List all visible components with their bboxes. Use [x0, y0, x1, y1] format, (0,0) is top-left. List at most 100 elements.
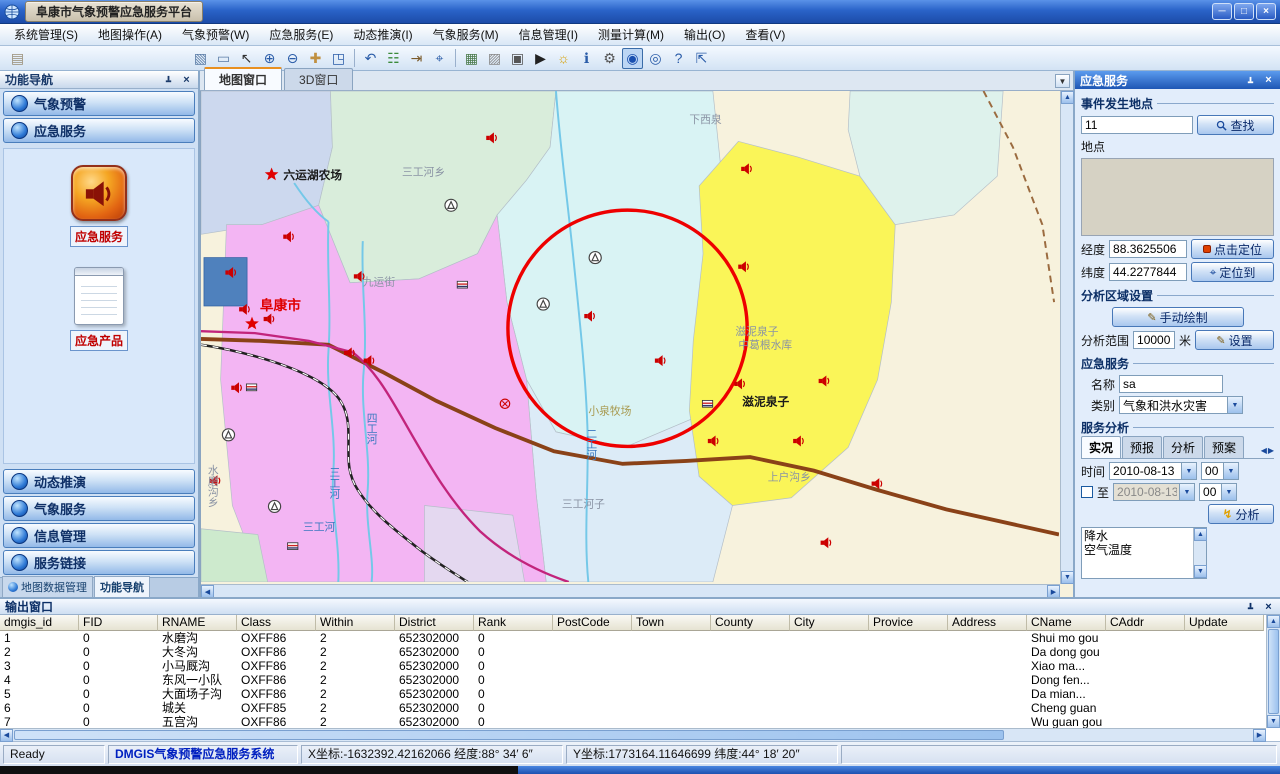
menu-view[interactable]: 查看(V)	[735, 23, 795, 46]
layers-icon[interactable]: ☷	[383, 48, 404, 69]
output-column-header[interactable]: Class	[237, 615, 316, 631]
output-vertical-scrollbar[interactable]: ▲ ▼	[1266, 615, 1280, 728]
map-viewport[interactable]: 六运湖农场 三工河乡 下西泉 阜康市 九运街 滋泥泉子 中葛根水库 滋泥泉子 小…	[200, 91, 1073, 597]
pin-icon[interactable]	[1244, 600, 1257, 613]
list-item[interactable]: 降水	[1084, 529, 1191, 543]
output-column-header[interactable]: CAddr	[1106, 615, 1185, 631]
zoom-in-icon[interactable]: ⊕	[259, 48, 280, 69]
nav-service-links[interactable]: 服务链接	[3, 550, 195, 575]
flag-marker[interactable]	[702, 400, 712, 407]
output-column-header[interactable]: Provice	[869, 615, 948, 631]
date-to-select[interactable]: 2010-08-13 ▼	[1113, 483, 1195, 501]
export-icon[interactable]: ⇱	[691, 48, 712, 69]
globe-tool-icon[interactable]: ◉	[622, 48, 643, 69]
service-type-select[interactable]: 气象和洪水灾害 ▼	[1119, 396, 1243, 414]
scroll-down-icon[interactable]: ▼	[1194, 565, 1207, 578]
info-icon[interactable]: ℹ	[576, 48, 597, 69]
tab-plan[interactable]: 预案	[1204, 436, 1244, 458]
station-marker[interactable]	[589, 252, 601, 264]
export-map-icon[interactable]: ⇥	[406, 48, 427, 69]
menu-measure-calc[interactable]: 测量计算(M)	[588, 23, 674, 46]
output-column-header[interactable]: dmgis_id	[0, 615, 79, 631]
output-column-header[interactable]: Update	[1185, 615, 1264, 631]
set-range-button[interactable]: ✎ 设置	[1195, 330, 1274, 350]
previous-extent-icon[interactable]: ↶	[360, 48, 381, 69]
output-column-header[interactable]: County	[711, 615, 790, 631]
locate-to-button[interactable]: ⌖ 定位到	[1191, 262, 1274, 282]
pan-icon[interactable]: ✚	[305, 48, 326, 69]
scroll-right-icon[interactable]: ▶	[1253, 729, 1266, 742]
table-row[interactable]: 40东风一小队OXFF8626523020000Dong fen...	[0, 673, 1280, 687]
clear-selection-icon[interactable]: ▭	[213, 48, 234, 69]
table-row[interactable]: 50大面场子沟OXFF8626523020000Da mian...	[0, 687, 1280, 701]
full-extent-icon[interactable]: ◳	[328, 48, 349, 69]
service-name-input[interactable]	[1119, 375, 1223, 393]
zoom-out-icon[interactable]: ⊖	[282, 48, 303, 69]
menu-output[interactable]: 输出(O)	[674, 23, 735, 46]
table-row[interactable]: 30小马厩沟OXFF8626523020000Xiao ma...	[0, 659, 1280, 673]
scroll-up-icon[interactable]: ▲	[1267, 615, 1280, 628]
output-column-header[interactable]: FID	[79, 615, 158, 631]
paste-icon[interactable]: ▤	[7, 48, 28, 69]
table-row[interactable]: 60城关OXFF8526523020000Cheng guan	[0, 701, 1280, 715]
hour-from-select[interactable]: 00 ▼	[1201, 462, 1239, 480]
output-column-header[interactable]: CName	[1027, 615, 1106, 631]
map-horizontal-scrollbar[interactable]: ◀ ▶	[201, 584, 1060, 597]
nav-emergency-service[interactable]: 应急服务	[3, 118, 195, 143]
tab-scroll-left-icon[interactable]: ◀	[1261, 446, 1267, 455]
flag-marker[interactable]	[288, 543, 298, 550]
tab-forecast[interactable]: 预报	[1122, 436, 1162, 458]
output-column-header[interactable]: RNAME	[158, 615, 237, 631]
map-image-icon[interactable]: ▦	[461, 48, 482, 69]
menu-dynamic-deduction[interactable]: 动态推演(I)	[343, 23, 422, 46]
to-checkbox[interactable]	[1081, 486, 1093, 498]
place-list-box[interactable]	[1081, 158, 1274, 236]
scrollbar-thumb[interactable]	[14, 730, 1004, 740]
tab-live[interactable]: 实况	[1081, 436, 1121, 458]
scroll-down-icon[interactable]: ▼	[1267, 715, 1280, 728]
map-vertical-scrollbar[interactable]: ▲ ▼	[1060, 91, 1073, 584]
menu-map-operations[interactable]: 地图操作(A)	[88, 23, 172, 46]
select-features-icon[interactable]: ▧	[190, 48, 211, 69]
close-panel-icon[interactable]: ×	[1262, 600, 1275, 613]
eye-icon[interactable]: ◎	[645, 48, 666, 69]
identify-icon[interactable]: ⌖	[429, 48, 450, 69]
latitude-input[interactable]	[1109, 263, 1187, 281]
bulb-icon[interactable]: ☼	[553, 48, 574, 69]
tab-dropdown-icon[interactable]: ▼	[1055, 74, 1070, 88]
scrollbar-thumb[interactable]	[1268, 629, 1279, 714]
shortcut-emergency-product[interactable]: 应急产品	[70, 267, 128, 351]
nav-weather-warning[interactable]: 气象预警	[3, 91, 195, 116]
output-column-header[interactable]: District	[395, 615, 474, 631]
table-row[interactable]: 20大冬沟OXFF8626523020000Da dong gou	[0, 645, 1280, 659]
station-marker[interactable]	[537, 298, 549, 310]
output-column-header[interactable]: Town	[632, 615, 711, 631]
close-panel-icon[interactable]: ×	[1262, 74, 1275, 87]
picture-icon[interactable]: ▨	[484, 48, 505, 69]
menu-info-management[interactable]: 信息管理(I)	[509, 23, 588, 46]
output-column-header[interactable]: Rank	[474, 615, 553, 631]
tab-map-window[interactable]: 地图窗口	[204, 67, 282, 90]
click-locate-button[interactable]: 点击定位	[1191, 239, 1274, 259]
map-canvas[interactable]: 六运湖农场 三工河乡 下西泉 阜康市 九运街 滋泥泉子 中葛根水库 滋泥泉子 小…	[201, 91, 1059, 582]
close-panel-icon[interactable]: ×	[180, 73, 193, 86]
flag-marker[interactable]	[246, 384, 256, 391]
help-icon[interactable]: ?	[668, 48, 689, 69]
menu-system-management[interactable]: 系统管理(S)	[4, 23, 88, 46]
table-row[interactable]: 70五宫沟OXFF8626523020000Wu guan gou	[0, 715, 1280, 729]
close-button[interactable]: ×	[1256, 3, 1276, 20]
list-item[interactable]: 空气温度	[1084, 543, 1191, 557]
pin-icon[interactable]	[1244, 74, 1257, 87]
flag-marker[interactable]	[457, 281, 467, 288]
tab-function-nav[interactable]: 功能导航	[94, 576, 150, 597]
tab-3d-window[interactable]: 3D窗口	[284, 68, 353, 90]
scroll-up-icon[interactable]: ▲	[1061, 91, 1074, 104]
element-list-scrollbar[interactable]: ▲ ▼	[1193, 528, 1206, 578]
hour-to-select[interactable]: 00 ▼	[1199, 483, 1237, 501]
station-marker[interactable]	[222, 429, 234, 441]
scroll-down-icon[interactable]: ▼	[1061, 571, 1074, 584]
minimize-button[interactable]: ─	[1212, 3, 1232, 20]
pointer-select-icon[interactable]: ↖	[236, 48, 257, 69]
analysis-range-input[interactable]	[1133, 331, 1175, 349]
station-marker[interactable]	[268, 500, 280, 512]
